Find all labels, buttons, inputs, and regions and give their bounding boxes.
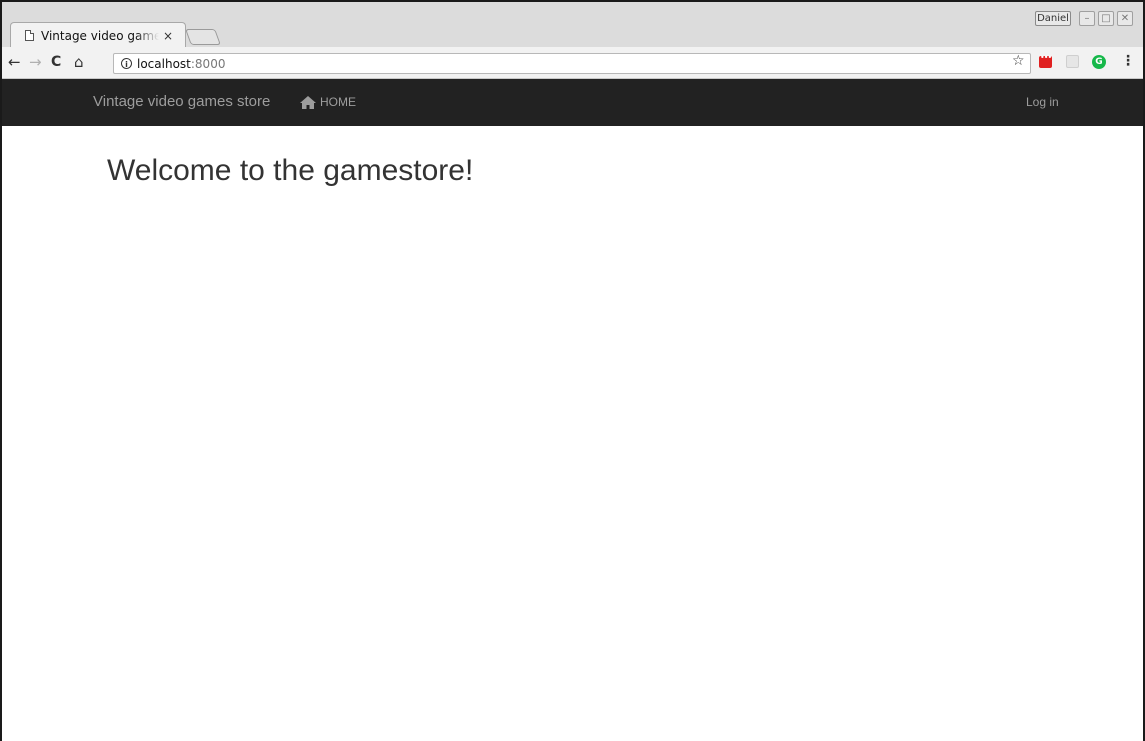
back-arrow-icon[interactable]: ← — [8, 54, 21, 70]
browser-tab[interactable]: Vintage video games store × — [10, 22, 186, 48]
nav-home-label: HOME — [320, 95, 356, 109]
address-bar[interactable]: i localhost:8000 — [113, 53, 1031, 74]
bookmark-star-icon[interactable]: ☆ — [1012, 53, 1025, 69]
close-window-button[interactable]: ✕ — [1117, 11, 1133, 26]
url-port: :8000 — [190, 56, 226, 71]
new-tab-button[interactable] — [185, 29, 221, 45]
navbar-brand[interactable]: Vintage video games store — [93, 93, 270, 110]
info-icon[interactable]: i — [121, 58, 132, 69]
forward-arrow-icon[interactable]: → — [29, 54, 42, 70]
page-icon — [25, 30, 34, 41]
tab-title: Vintage video games store — [41, 28, 159, 43]
grammarly-icon[interactable]: G — [1092, 55, 1106, 69]
kebab-menu-icon[interactable]: ⋮ — [1121, 53, 1135, 69]
browser-toolbar: ← → C ⌂ i localhost:8000 ☆ G ⋮ — [2, 47, 1143, 79]
minimize-button[interactable]: – — [1079, 11, 1095, 26]
url-host: localhost — [137, 56, 191, 71]
profile-button[interactable]: Daniel — [1035, 11, 1071, 26]
nav-home-link[interactable]: HOME — [300, 95, 356, 109]
maximize-button[interactable]: □ — [1098, 11, 1114, 26]
grey-extension-icon[interactable] — [1066, 55, 1079, 68]
home-icon[interactable]: ⌂ — [74, 54, 84, 70]
red-extension-icon[interactable] — [1039, 53, 1052, 68]
title-bar: Vintage video games store × Daniel – □ ✕ — [2, 2, 1143, 48]
tab-close-icon[interactable]: × — [163, 30, 173, 42]
page-title: Welcome to the gamestore! — [107, 154, 474, 187]
browser-window: Vintage video games store × Daniel – □ ✕… — [0, 0, 1145, 741]
site-navbar: Vintage video games store HOME Log in — [2, 79, 1143, 126]
login-link[interactable]: Log in — [1026, 95, 1059, 109]
home-icon — [300, 95, 316, 109]
reload-icon[interactable]: C — [51, 54, 61, 70]
